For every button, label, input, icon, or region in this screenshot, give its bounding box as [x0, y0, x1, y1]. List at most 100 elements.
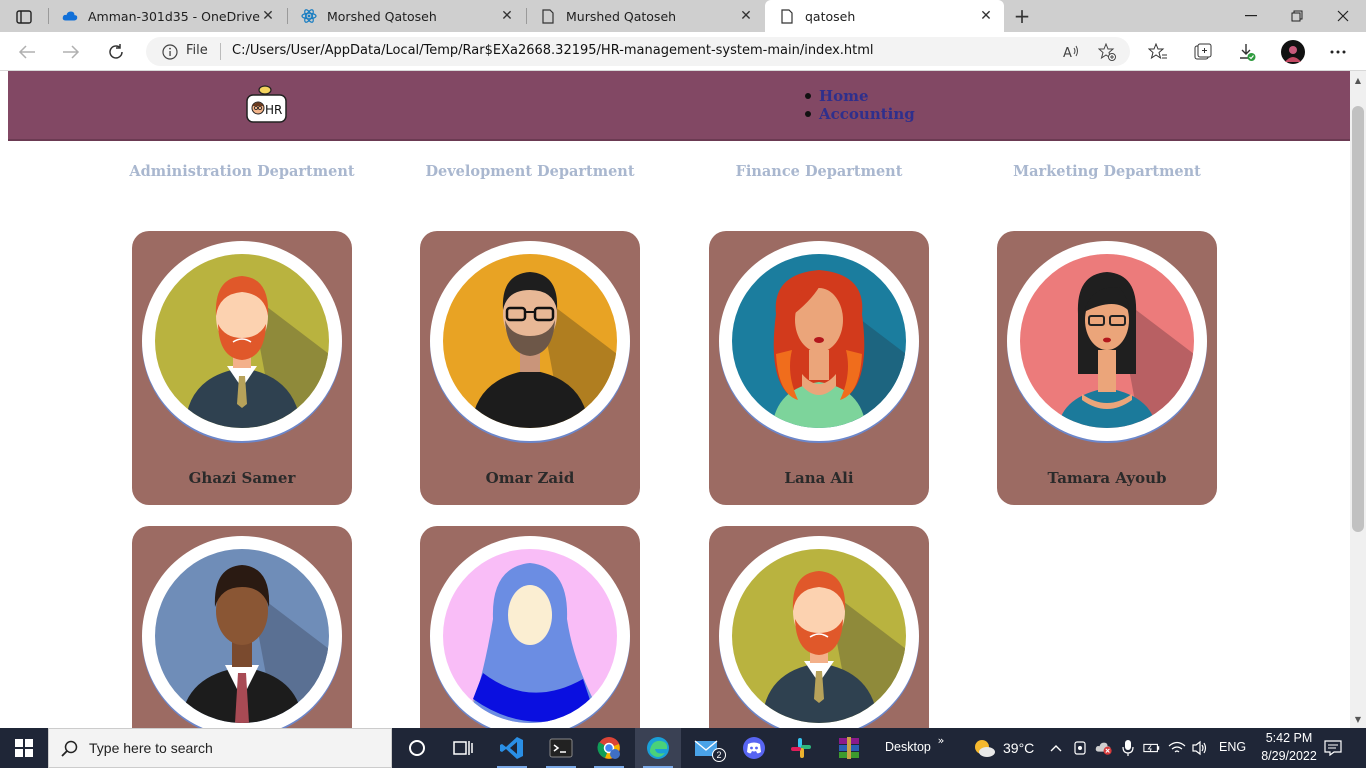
react-icon — [301, 8, 317, 24]
nav-link-home[interactable]: Home — [819, 87, 869, 105]
minimize-button[interactable] — [1228, 0, 1274, 32]
avatar-ring — [142, 536, 342, 728]
start-button[interactable] — [0, 728, 48, 768]
close-icon[interactable]: ✕ — [499, 8, 515, 24]
volume-icon[interactable] — [1191, 739, 1209, 757]
collections-icon[interactable] — [1192, 42, 1212, 62]
chrome-icon[interactable] — [586, 728, 632, 768]
winrar-icon[interactable] — [826, 728, 872, 768]
new-tab-button[interactable]: + — [1010, 4, 1034, 28]
employee-card[interactable]: Lana Ali — [709, 231, 929, 505]
url-separator — [220, 43, 221, 60]
close-icon[interactable]: ✕ — [978, 8, 994, 24]
discord-icon[interactable] — [731, 728, 777, 768]
restore-button[interactable] — [1274, 0, 1320, 32]
dept-link-finance[interactable]: Finance Department — [699, 163, 939, 180]
dept-link-development[interactable]: Development Department — [410, 163, 650, 180]
vscode-icon[interactable] — [489, 728, 535, 768]
page-icon — [540, 8, 556, 24]
hr-logo-icon[interactable]: HR — [246, 85, 288, 125]
scroll-down-arrow[interactable]: ▼ — [1352, 713, 1364, 725]
scrollbar-thumb[interactable] — [1352, 106, 1364, 532]
avatar-ring — [430, 241, 630, 441]
employee-card[interactable] — [709, 526, 929, 728]
search-icon — [61, 740, 79, 758]
notifications-icon[interactable] — [1324, 739, 1342, 757]
search-placeholder: Type here to search — [89, 740, 213, 756]
favorites-icon[interactable] — [1148, 42, 1168, 62]
clock-date[interactable]: 8/29/2022 — [1253, 749, 1325, 763]
tab-morshed[interactable]: Morshed Qatoseh ✕ — [287, 0, 525, 32]
tab-title: Murshed Qatoseh — [566, 8, 677, 24]
more-options-icon[interactable] — [1328, 42, 1348, 62]
add-favorite-icon[interactable] — [1097, 42, 1116, 61]
slack-icon[interactable] — [778, 728, 824, 768]
dept-link-administration[interactable]: Administration Department — [122, 163, 362, 180]
scroll-up-arrow[interactable]: ▲ — [1352, 74, 1364, 86]
meet-now-icon[interactable] — [1071, 739, 1089, 757]
suited-man-avatar — [155, 549, 329, 723]
downloads-icon[interactable] — [1237, 42, 1257, 62]
input-language[interactable]: ENG — [1219, 740, 1246, 754]
back-button[interactable] — [14, 39, 40, 65]
tab-actions-icon[interactable] — [10, 6, 38, 28]
employee-card[interactable] — [132, 526, 352, 728]
employee-name: Tamara Ayoub — [1047, 469, 1167, 487]
employee-name: Omar Zaid — [485, 469, 575, 487]
profile-avatar[interactable] — [1281, 40, 1305, 64]
cortana-icon[interactable] — [394, 728, 440, 768]
site-header: HR Home Accounting — [8, 71, 1350, 141]
employee-card[interactable]: Omar Zaid — [420, 231, 640, 505]
mail-badge: 2 — [712, 748, 726, 762]
employee-card[interactable]: Ghazi Samer — [132, 231, 352, 505]
microphone-icon[interactable] — [1119, 739, 1137, 757]
page-viewport: HR Home Accounting Administration Depart… — [0, 71, 1350, 728]
tab-qatoseh[interactable]: qatoseh ✕ — [765, 0, 1004, 32]
address-bar[interactable]: File C:/Users/User/AppData/Local/Temp/Ra… — [146, 37, 1130, 66]
read-aloud-icon[interactable]: A — [1062, 43, 1080, 61]
mail-icon[interactable]: 2 — [684, 728, 730, 768]
avatar-ring — [719, 241, 919, 441]
bearded-redhead-man-avatar — [155, 254, 329, 428]
employee-name: Ghazi Samer — [188, 469, 296, 487]
battery-icon[interactable] — [1143, 739, 1161, 757]
terminal-icon[interactable] — [538, 728, 584, 768]
employee-name: Lana Ali — [784, 469, 854, 487]
tab-onedrive[interactable]: Amman-301d35 - OneDrive ✕ — [48, 0, 286, 32]
employee-card[interactable] — [420, 526, 640, 728]
url-text[interactable]: C:/Users/User/AppData/Local/Temp/Rar$EXa… — [232, 43, 874, 58]
refresh-button[interactable] — [103, 39, 129, 65]
chevron-double-icon[interactable]: » — [932, 731, 950, 749]
windows-taskbar: Type here to search 2 Desktop » 39°C ENG… — [0, 728, 1366, 768]
employee-card[interactable]: Tamara Ayoub — [997, 231, 1217, 505]
hijab-woman-avatar — [443, 549, 617, 723]
edge-icon[interactable] — [635, 728, 681, 768]
tab-title: qatoseh — [805, 8, 856, 24]
task-view-icon[interactable] — [440, 728, 486, 768]
tab-murshed[interactable]: Murshed Qatoseh ✕ — [526, 0, 764, 32]
close-icon[interactable]: ✕ — [738, 8, 754, 24]
taskbar-search-box[interactable]: Type here to search — [48, 728, 392, 768]
forward-button[interactable] — [58, 39, 84, 65]
nav-link-accounting[interactable]: Accounting — [819, 105, 915, 123]
onedrive-error-icon[interactable] — [1095, 739, 1113, 757]
url-scheme-label: File — [186, 43, 208, 58]
bearded-glasses-man-avatar — [443, 254, 617, 428]
weather-icon[interactable] — [972, 737, 996, 759]
nav-item-home: Home — [803, 87, 915, 105]
dept-link-marketing[interactable]: Marketing Department — [987, 163, 1227, 180]
nav-item-accounting: Accounting — [803, 105, 915, 123]
browser-tab-strip: Amman-301d35 - OneDrive ✕ Morshed Qatose… — [0, 0, 1366, 32]
close-window-button[interactable] — [1320, 0, 1366, 32]
clock-time[interactable]: 5:42 PM — [1259, 731, 1319, 745]
onedrive-icon — [62, 8, 78, 24]
chevron-up-icon[interactable] — [1047, 739, 1065, 757]
svg-text:A: A — [1063, 46, 1072, 61]
info-icon[interactable] — [162, 44, 178, 60]
tab-title: Morshed Qatoseh — [327, 8, 437, 24]
wifi-icon[interactable] — [1168, 739, 1186, 757]
main-nav: Home Accounting — [803, 87, 915, 123]
close-icon[interactable]: ✕ — [260, 8, 276, 24]
desktop-toolbar-label[interactable]: Desktop — [885, 740, 931, 754]
weather-temperature[interactable]: 39°C — [1003, 740, 1034, 756]
